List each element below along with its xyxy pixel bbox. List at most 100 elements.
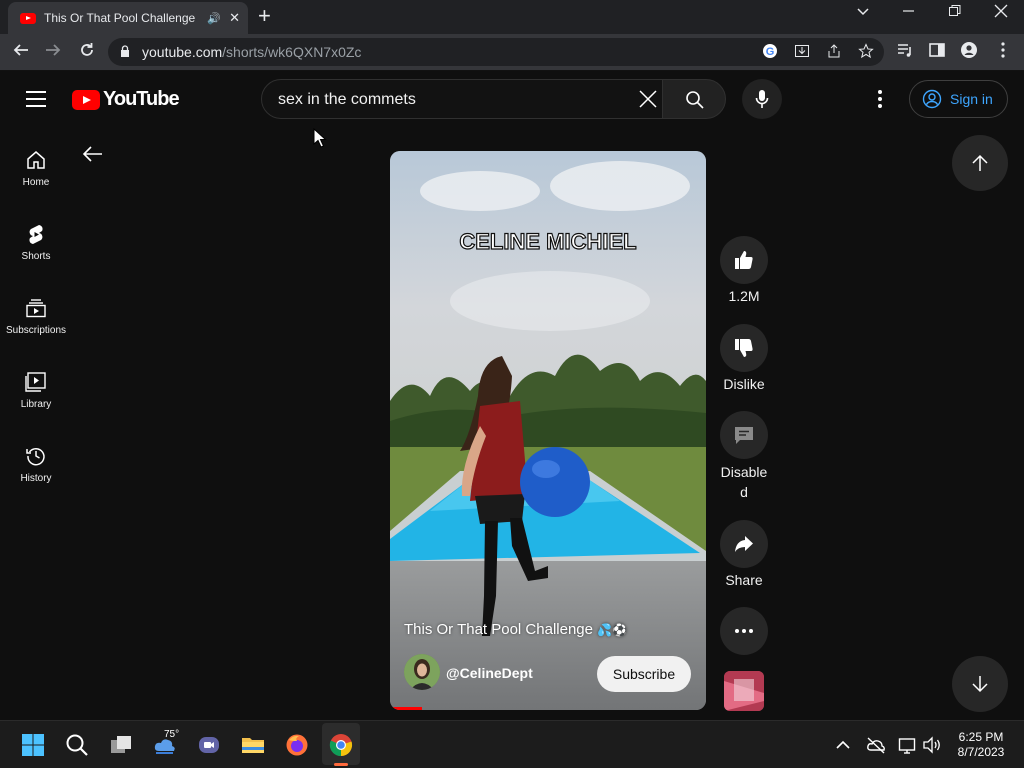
browser-tab[interactable]: This Or That Pool Challenge 🔊 ✕ xyxy=(8,2,248,34)
clear-search-icon[interactable] xyxy=(638,89,658,109)
tray-chevron-up-icon[interactable] xyxy=(834,736,852,754)
url-text: youtube.com/shorts/wk6QXN7x0Zc xyxy=(142,44,362,60)
voice-search-button[interactable] xyxy=(742,79,782,119)
youtube-favicon-icon xyxy=(20,12,36,24)
video-frame-ball xyxy=(520,447,590,517)
comments-button[interactable] xyxy=(720,411,768,459)
chrome-menu-icon[interactable] xyxy=(994,41,1012,64)
search-button[interactable] xyxy=(662,79,726,119)
dislike-button[interactable] xyxy=(720,324,768,372)
browser-tab-bar: This Or That Pool Challenge 🔊 ✕ + xyxy=(0,0,1024,34)
tab-search-icon[interactable] xyxy=(856,4,870,23)
settings-menu-icon[interactable] xyxy=(878,90,882,111)
next-short-button[interactable] xyxy=(952,656,1008,712)
google-lens-icon[interactable]: G xyxy=(762,43,778,62)
microphone-icon xyxy=(755,90,769,108)
windows-taskbar: 75° 6:25 PM 8/7/2023 xyxy=(0,720,1024,768)
video-overlay-text: CELINE MICHIEL xyxy=(459,228,637,254)
new-tab-button[interactable]: + xyxy=(258,5,271,27)
search-taskbar-icon[interactable] xyxy=(65,733,89,757)
sidebar-label-library: Library xyxy=(20,399,52,410)
thumbs-up-icon xyxy=(735,251,753,269)
sidebar-label-history: History xyxy=(20,473,52,484)
arrow-up-icon xyxy=(972,154,988,171)
tab-close-icon[interactable]: ✕ xyxy=(229,10,240,26)
hamburger-menu-icon[interactable] xyxy=(26,91,46,107)
tab-title: This Or That Pool Challenge xyxy=(44,11,196,25)
url-field[interactable]: youtube.com/shorts/wk6QXN7x0Zc G xyxy=(108,38,884,66)
weather-temperature: 75° xyxy=(164,729,180,740)
share-arrow-icon xyxy=(735,536,753,552)
thumbs-down-icon xyxy=(735,339,753,357)
speaker-icon[interactable]: 🔊 xyxy=(207,12,221,25)
video-title[interactable]: This Or That Pool Challenge 💦⚽ xyxy=(404,621,627,638)
address-bar: youtube.com/shorts/wk6QXN7x0Zc G xyxy=(0,34,1024,71)
like-count: 1.2M xyxy=(728,288,760,304)
sidebar-item-subscriptions[interactable]: Subscriptions xyxy=(0,297,72,336)
chrome-icon[interactable] xyxy=(329,733,353,757)
minimize-icon[interactable] xyxy=(902,4,916,23)
install-icon[interactable] xyxy=(794,43,810,62)
side-panel-icon[interactable] xyxy=(928,41,946,64)
network-icon[interactable] xyxy=(898,735,918,755)
more-horizontal-icon xyxy=(735,629,753,633)
more-actions-button[interactable] xyxy=(720,607,768,655)
lock-icon[interactable] xyxy=(120,45,130,57)
sidebar-label-home: Home xyxy=(22,177,50,188)
active-app-indicator xyxy=(334,763,348,766)
sign-in-label: Sign in xyxy=(950,91,993,107)
logo-text: YouTube xyxy=(103,88,180,110)
arrow-down-icon xyxy=(972,676,988,693)
back-icon[interactable] xyxy=(12,41,30,64)
file-explorer-icon[interactable] xyxy=(241,733,265,757)
shorts-video-player[interactable]: CELINE MICHIEL This Or That Pool Challen… xyxy=(390,151,706,710)
forward-icon[interactable] xyxy=(44,41,62,64)
video-progress-bar[interactable] xyxy=(390,707,422,710)
subscribe-button[interactable]: Subscribe xyxy=(597,656,691,692)
library-icon xyxy=(25,372,46,392)
channel-avatar[interactable] xyxy=(404,654,440,690)
windows-start-icon[interactable] xyxy=(21,733,45,757)
share-button[interactable] xyxy=(720,520,768,568)
history-icon xyxy=(26,447,45,466)
onedrive-offline-icon[interactable] xyxy=(866,735,886,755)
youtube-play-icon xyxy=(72,89,100,110)
youtube-header: YouTube sex in the commets Sign in xyxy=(0,72,1024,128)
splash-emoji-icon: 💦 xyxy=(597,623,613,637)
firefox-icon[interactable] xyxy=(285,733,309,757)
shorts-icon xyxy=(29,225,43,244)
like-button[interactable] xyxy=(720,236,768,284)
channel-name[interactable]: @CelineDept xyxy=(446,665,533,681)
account-icon xyxy=(922,89,942,109)
media-control-icon[interactable] xyxy=(896,41,914,64)
teams-chat-icon[interactable] xyxy=(197,733,221,757)
sign-in-button[interactable]: Sign in xyxy=(909,80,1008,118)
home-icon xyxy=(27,151,45,169)
volume-icon[interactable] xyxy=(922,735,942,755)
clock-time: 6:25 PM xyxy=(958,730,1004,744)
share-page-icon[interactable] xyxy=(826,43,842,62)
sidebar-item-shorts[interactable]: Shorts xyxy=(0,223,72,262)
search-input[interactable]: sex in the commets xyxy=(261,79,663,119)
back-arrow-icon[interactable] xyxy=(82,144,104,164)
bookmark-star-icon[interactable] xyxy=(858,43,874,62)
restore-icon[interactable] xyxy=(948,4,962,23)
dislike-label: Dislike xyxy=(723,376,765,392)
sidebar-item-library[interactable]: Library xyxy=(0,371,72,410)
svg-text:G: G xyxy=(766,46,775,58)
task-view-icon[interactable] xyxy=(109,733,133,757)
sound-thumbnail[interactable] xyxy=(724,671,764,711)
search-icon xyxy=(686,91,704,109)
soccer-ball-emoji-icon: ⚽ xyxy=(612,623,628,637)
window-close-icon[interactable] xyxy=(994,4,1008,23)
previous-short-button[interactable] xyxy=(952,135,1008,191)
youtube-logo[interactable]: YouTube xyxy=(72,88,180,111)
clock[interactable]: 6:25 PM 8/7/2023 xyxy=(948,730,1014,760)
profile-icon[interactable] xyxy=(960,41,978,64)
sidebar-item-history[interactable]: History xyxy=(0,445,72,484)
sidebar-label-shorts: Shorts xyxy=(21,251,51,262)
comment-icon xyxy=(735,427,753,444)
sidebar-item-home[interactable]: Home xyxy=(0,149,72,188)
reload-icon[interactable] xyxy=(78,41,96,64)
subscriptions-icon xyxy=(26,299,46,318)
